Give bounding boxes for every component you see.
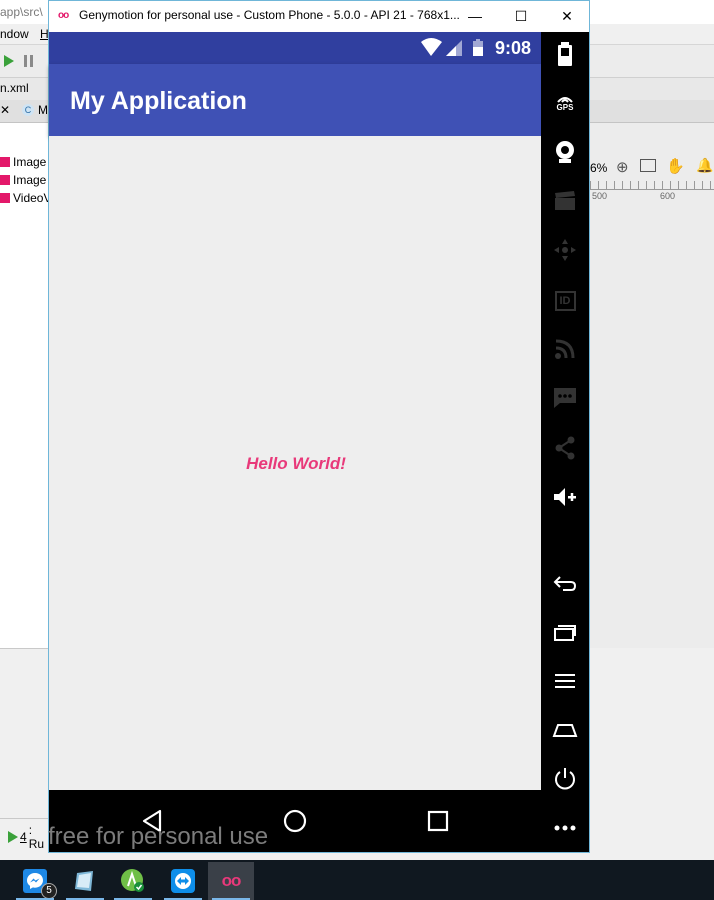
personal-use-watermark: free for personal use bbox=[48, 823, 269, 850]
app-title: My Application bbox=[70, 87, 247, 115]
genymotion-logo-icon: oo bbox=[58, 10, 69, 21]
hello-world-text: Hello World! bbox=[246, 454, 346, 473]
sms-icon[interactable] bbox=[541, 380, 589, 416]
image-icon bbox=[0, 175, 10, 185]
more-options-icon[interactable] bbox=[541, 810, 589, 846]
ide-title-path: app\src\ bbox=[0, 5, 43, 19]
ruler-label: 600 bbox=[660, 191, 676, 201]
tab-close-icon[interactable]: ✕ bbox=[0, 103, 10, 117]
zoom-level: 6% bbox=[590, 161, 608, 175]
window-title: Genymotion for personal use - Custom Pho… bbox=[79, 8, 460, 22]
teamviewer-icon bbox=[171, 869, 195, 893]
zoom-in-icon[interactable]: ⊕ bbox=[616, 158, 629, 176]
debug-run-icons[interactable] bbox=[2, 52, 42, 70]
close-button[interactable]: ✕ bbox=[544, 1, 590, 31]
android-home-icon[interactable] bbox=[541, 712, 589, 748]
class-icon: C bbox=[22, 104, 34, 116]
image-icon bbox=[0, 157, 10, 167]
screencast-icon[interactable] bbox=[541, 183, 589, 219]
pan-hand-icon[interactable]: ✋ bbox=[666, 157, 685, 175]
signal-strength-icon bbox=[446, 46, 456, 56]
taskbar-android-studio[interactable] bbox=[110, 862, 156, 900]
run-tool-window-tab[interactable]: 4: Ru bbox=[8, 823, 48, 851]
palette-item-image[interactable]: Image bbox=[0, 173, 46, 187]
run-icon bbox=[8, 831, 18, 843]
wifi-icon bbox=[421, 38, 442, 56]
remote-control-icon[interactable] bbox=[541, 232, 589, 268]
designer-toolbar: 6% ⊕ ✋ 🔔 500 600 bbox=[590, 123, 714, 648]
taskbar-notepad-app[interactable] bbox=[62, 862, 108, 900]
volume-up-icon[interactable] bbox=[541, 479, 589, 515]
android-back-icon[interactable] bbox=[541, 565, 589, 601]
recents-icon[interactable] bbox=[426, 809, 450, 833]
ide-bottom-panel bbox=[0, 648, 48, 819]
fit-screen-icon[interactable] bbox=[640, 159, 656, 172]
share-icon[interactable] bbox=[541, 430, 589, 466]
maximize-button[interactable]: ☐ bbox=[498, 1, 544, 31]
taskbar-genymotion[interactable]: oo bbox=[208, 862, 254, 900]
tab-class[interactable]: M bbox=[38, 103, 48, 117]
gps-widget-icon[interactable]: GPS bbox=[541, 85, 589, 121]
nav-file-crumb[interactable]: n.xml bbox=[0, 81, 29, 95]
ruler-label: 500 bbox=[592, 191, 608, 201]
palette-item-videoview[interactable]: VideoV bbox=[0, 191, 51, 205]
notification-badge: 5 bbox=[41, 883, 57, 899]
android-menu-icon[interactable] bbox=[541, 663, 589, 699]
android-recent-apps-icon[interactable] bbox=[541, 614, 589, 650]
ide-right-bottom bbox=[590, 648, 714, 860]
android-studio-icon bbox=[121, 869, 144, 892]
home-icon[interactable] bbox=[282, 808, 308, 834]
status-icons bbox=[421, 38, 483, 56]
palette-item-image[interactable]: Image bbox=[0, 155, 46, 169]
menu-window[interactable]: ndow bbox=[0, 27, 29, 41]
notepad-icon bbox=[75, 871, 93, 891]
minimize-button[interactable]: — bbox=[452, 1, 498, 31]
webcam-widget-icon[interactable] bbox=[541, 134, 589, 170]
power-icon[interactable] bbox=[541, 761, 589, 797]
status-clock: 9:08 bbox=[495, 38, 532, 58]
palette-panel: Image Image VideoV bbox=[0, 123, 51, 648]
video-icon bbox=[0, 193, 10, 203]
taskbar-teamviewer[interactable] bbox=[160, 862, 206, 900]
genymotion-taskbar-icon: oo bbox=[221, 871, 242, 890]
device-id-icon[interactable]: ID bbox=[541, 283, 589, 319]
taskbar-messenger[interactable]: 5 bbox=[12, 862, 58, 900]
notification-bell-icon[interactable]: 🔔 bbox=[696, 157, 713, 174]
network-icon[interactable] bbox=[541, 331, 589, 367]
ide-tool-window-bar: 4: Ru bbox=[0, 818, 48, 861]
battery-widget-icon[interactable] bbox=[541, 36, 589, 72]
ruler bbox=[590, 181, 714, 190]
messenger-icon: 5 bbox=[23, 869, 57, 899]
